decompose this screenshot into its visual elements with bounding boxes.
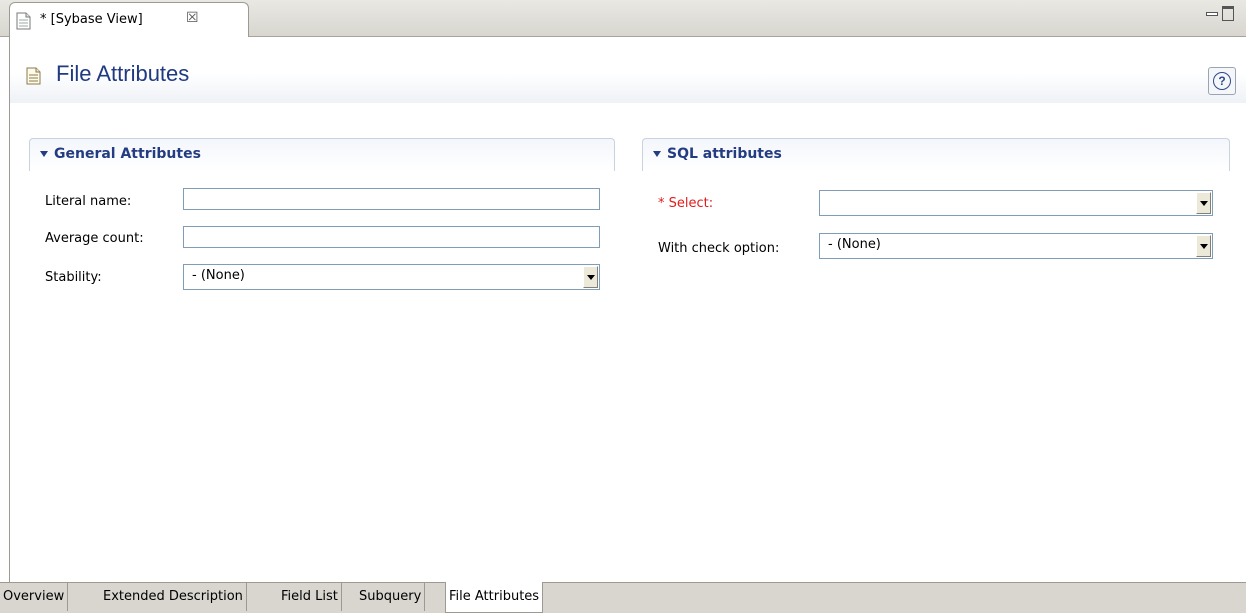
editor-tab-title: * [Sybase View]: [40, 12, 143, 27]
tab-overview[interactable]: Overview: [0, 583, 69, 611]
dropdown-arrow-icon[interactable]: [583, 266, 598, 288]
select-label: * Select:: [658, 196, 714, 211]
window-controls: [1200, 4, 1240, 24]
with-check-option-label: With check option:: [658, 241, 780, 256]
section-title: SQL attributes: [667, 146, 782, 162]
stability-value: - (None): [192, 268, 245, 283]
tab-subquery[interactable]: Subquery: [356, 583, 426, 611]
collapse-triangle-icon[interactable]: [653, 151, 661, 157]
maximize-icon[interactable]: [1222, 6, 1234, 21]
minimize-icon[interactable]: [1206, 12, 1218, 16]
dropdown-arrow-icon[interactable]: [1196, 235, 1211, 257]
literal-name-label: Literal name:: [45, 194, 132, 209]
section-title: General Attributes: [54, 146, 201, 162]
document-icon: [26, 67, 42, 89]
with-check-option-value: - (None): [828, 237, 881, 252]
editor-window: * [Sybase View] ☒ File Attributes ? Gene…: [0, 0, 1246, 613]
tab-field-list[interactable]: Field List: [278, 583, 342, 611]
stability-dropdown[interactable]: - (None): [183, 264, 600, 290]
select-dropdown[interactable]: [819, 190, 1213, 216]
average-count-input[interactable]: [183, 226, 600, 248]
tab-file-attributes[interactable]: File Attributes: [445, 582, 544, 613]
page-header: File Attributes ?: [10, 37, 1246, 103]
sql-attributes-header[interactable]: SQL attributes: [642, 138, 1230, 171]
average-count-label: Average count:: [45, 231, 144, 246]
with-check-option-dropdown[interactable]: - (None): [819, 233, 1213, 259]
close-tab-icon[interactable]: ☒: [186, 10, 199, 26]
collapse-triangle-icon[interactable]: [40, 151, 48, 157]
general-attributes-header[interactable]: General Attributes: [29, 138, 615, 171]
stability-label: Stability:: [45, 270, 102, 285]
dropdown-arrow-icon[interactable]: [1196, 192, 1211, 214]
editor-tab-strip: * [Sybase View] ☒: [0, 0, 1246, 37]
editor-page-tabs: Overview Extended Description Field List…: [0, 582, 1246, 613]
editor-tab-sybase-view[interactable]: * [Sybase View] ☒: [9, 2, 249, 37]
page-title: File Attributes: [56, 61, 190, 86]
tab-extended-description[interactable]: Extended Description: [100, 583, 247, 611]
literal-name-input[interactable]: [183, 188, 600, 210]
help-icon: ?: [1213, 72, 1231, 90]
help-button[interactable]: ?: [1208, 67, 1236, 95]
editor-left-border: [9, 36, 10, 582]
document-icon: [16, 12, 32, 34]
